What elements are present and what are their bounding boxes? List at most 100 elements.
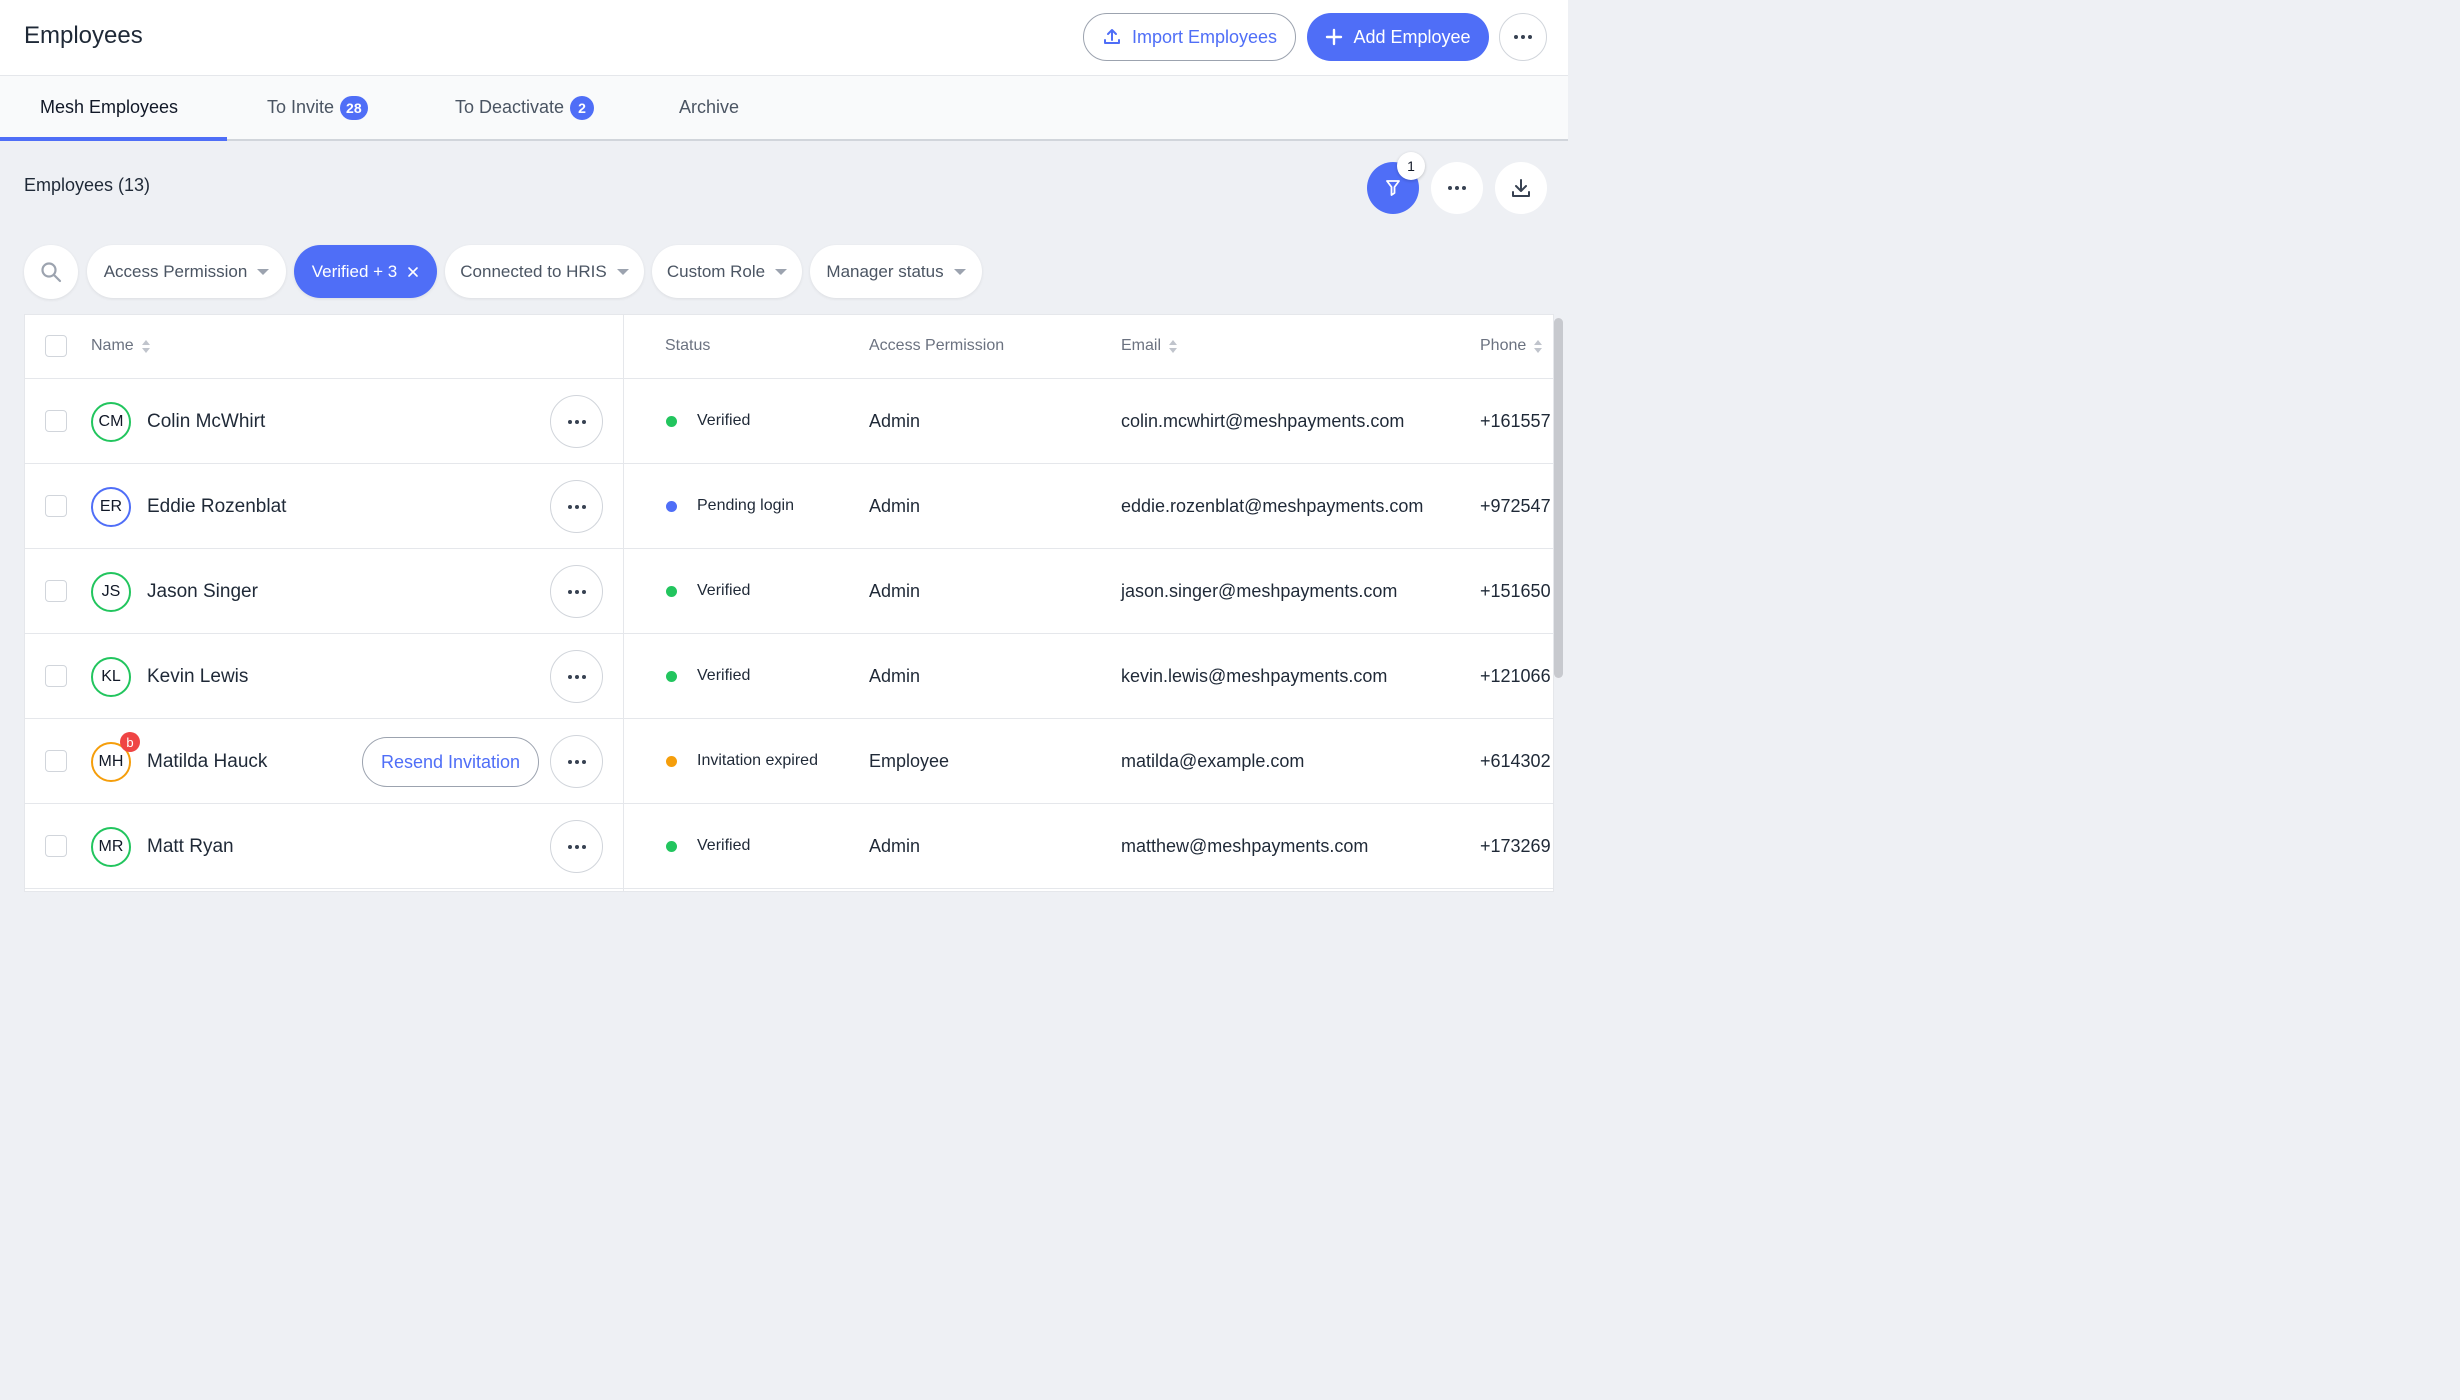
tab-bar: Mesh Employees To Invite 28 To Deactivat… — [0, 76, 1568, 141]
column-header-name[interactable]: Name — [91, 337, 150, 355]
page-header: Employees Import Employees Add Employee — [0, 0, 1568, 76]
select-all-checkbox[interactable] — [45, 335, 67, 357]
more-dots-icon — [567, 589, 586, 594]
row-checkbox[interactable] — [45, 665, 67, 687]
access-permission: Admin — [869, 411, 921, 431]
row-more-button[interactable] — [550, 395, 603, 448]
active-tab-indicator — [0, 137, 227, 141]
employee-email: colin.mcwhirt@meshpayments.com — [1121, 411, 1405, 431]
download-button[interactable] — [1495, 162, 1547, 214]
table-row[interactable]: ER Eddie Rozenblat Pending login Admin e… — [25, 464, 1553, 549]
row-checkbox[interactable] — [45, 495, 67, 517]
employee-name: Jason Singer — [147, 581, 258, 602]
avatar: MR — [91, 827, 131, 867]
filter-label: Access Permission — [103, 261, 248, 281]
status-dot-icon — [666, 671, 677, 682]
list-more-button[interactable] — [1431, 162, 1483, 214]
table-row[interactable]: JS Jason Singer Verified Admin jason.sin… — [25, 549, 1553, 634]
column-header-status: Status — [665, 337, 710, 355]
close-icon[interactable] — [407, 266, 419, 278]
page-title: Employees — [24, 22, 143, 49]
tab-label: To Invite — [267, 97, 335, 117]
row-more-button[interactable] — [550, 820, 603, 873]
filter-label: Manager status — [826, 261, 944, 281]
add-employee-button[interactable]: Add Employee — [1307, 13, 1489, 61]
access-permission: Admin — [869, 581, 921, 601]
more-dots-icon — [567, 674, 586, 679]
tab-to-invite[interactable]: To Invite 28 — [267, 76, 368, 139]
sort-icon — [141, 339, 150, 353]
table-scrollbar[interactable] — [1554, 318, 1563, 678]
column-label: Status — [665, 337, 711, 354]
employee-phone: +614302 — [1480, 751, 1551, 771]
status-dot-icon — [666, 841, 677, 852]
employee-phone: +972547 — [1480, 496, 1551, 516]
filter-label: Connected to HRIS — [460, 261, 607, 281]
table-row[interactable]: MH b Matilda Hauck Resend Invitation Inv… — [25, 719, 1553, 804]
status-text: Verified — [697, 412, 751, 429]
search-icon — [41, 262, 62, 283]
import-employees-label: Import Employees — [1131, 26, 1278, 47]
employee-name: Eddie Rozenblat — [147, 496, 287, 517]
more-dots-icon — [567, 759, 586, 764]
table-row[interactable]: KL Kevin Lewis Verified Admin kevin.lewi… — [25, 634, 1553, 719]
plus-icon — [1326, 28, 1343, 46]
column-label: Name — [91, 337, 134, 354]
row-checkbox[interactable] — [45, 580, 67, 602]
tab-to-deactivate[interactable]: To Deactivate 2 — [455, 76, 595, 139]
tab-label: Mesh Employees — [40, 97, 179, 117]
table-row[interactable]: CM Colin McWhirt Verified Admin colin.mc… — [25, 379, 1553, 464]
resend-invitation-button[interactable]: Resend Invitation — [362, 737, 539, 787]
tab-mesh-employees[interactable]: Mesh Employees — [40, 76, 178, 139]
table-row[interactable]: MR Matt Ryan Verified Admin matthew@mesh… — [25, 804, 1553, 889]
column-header-phone[interactable]: Phone — [1480, 337, 1543, 355]
filter-manager-status[interactable]: Manager status — [810, 245, 982, 298]
more-dots-icon — [567, 844, 586, 849]
row-checkbox[interactable] — [45, 835, 67, 857]
filter-access-permission[interactable]: Access Permission — [87, 245, 286, 298]
column-header-email[interactable]: Email — [1121, 337, 1178, 355]
more-dots-icon — [1514, 35, 1532, 39]
access-permission: Admin — [869, 666, 921, 686]
employees-table: Name Status Access Permission Email Phon… — [24, 314, 1554, 892]
filter-icon — [1386, 180, 1400, 196]
filter-custom-role[interactable]: Custom Role — [652, 245, 802, 298]
employee-email: jason.singer@meshpayments.com — [1121, 581, 1398, 601]
column-label: Phone — [1480, 337, 1527, 354]
employee-email: matilda@example.com — [1121, 751, 1305, 771]
row-checkbox[interactable] — [45, 750, 67, 772]
employee-phone: +161557 — [1480, 411, 1551, 431]
employee-name: Kevin Lewis — [147, 666, 249, 687]
employee-phone: +173269 — [1480, 836, 1551, 856]
search-button[interactable] — [24, 245, 78, 299]
notification-badge: b — [120, 732, 140, 752]
avatar: JS — [91, 572, 131, 612]
filter-connected-to-hris[interactable]: Connected to HRIS — [445, 245, 644, 298]
employee-phone: +151650 — [1480, 581, 1551, 601]
status-text: Verified — [697, 582, 751, 599]
tab-archive[interactable]: Archive — [679, 76, 739, 139]
chevron-down-icon — [616, 268, 629, 275]
employee-email: eddie.rozenblat@meshpayments.com — [1121, 496, 1424, 516]
status-dot-icon — [666, 501, 677, 512]
avatar: CM — [91, 402, 131, 442]
more-dots-icon — [567, 419, 586, 424]
import-employees-button[interactable]: Import Employees — [1083, 13, 1296, 61]
upload-icon — [1103, 29, 1120, 44]
chevron-down-icon — [953, 268, 966, 275]
access-permission: Admin — [869, 496, 921, 516]
chevron-down-icon — [775, 268, 788, 275]
row-more-button[interactable] — [550, 650, 603, 703]
row-more-button[interactable] — [550, 480, 603, 533]
employee-phone: +121066 — [1480, 666, 1551, 686]
row-more-button[interactable] — [550, 735, 603, 788]
status-text: Verified — [697, 667, 751, 684]
filter-verified[interactable]: Verified + 3 — [294, 245, 437, 298]
more-dots-icon — [1448, 186, 1466, 190]
access-permission: Employee — [869, 751, 950, 771]
status-dot-icon — [666, 756, 677, 767]
row-more-button[interactable] — [550, 565, 603, 618]
sort-icon — [1534, 339, 1543, 353]
header-more-button[interactable] — [1499, 13, 1547, 61]
row-checkbox[interactable] — [45, 410, 67, 432]
